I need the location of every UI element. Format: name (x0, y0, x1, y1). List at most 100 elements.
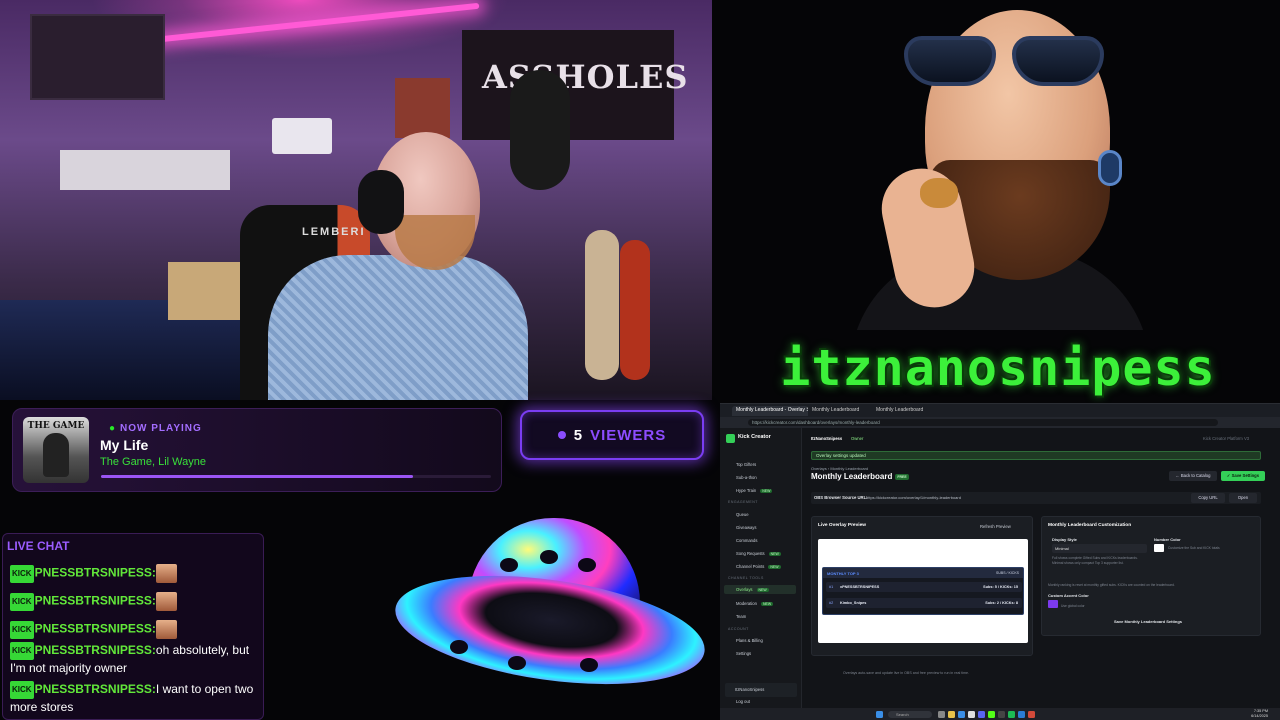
back-to-catalog-button[interactable]: ← Back to Catalog (1169, 471, 1217, 481)
sidebar-item-giveaways[interactable]: Giveaways (736, 525, 756, 530)
avatar-earbud (1098, 150, 1122, 186)
taskbar: Search 7:35 PM 6/14/2025 (720, 708, 1280, 720)
breadcrumb[interactable]: Overlays › Monthly Leaderboard (811, 466, 868, 471)
sidebar-item-channel-points[interactable]: Channel Points NEW (736, 564, 781, 569)
avatar-sunglasses (900, 30, 1115, 88)
free-badge: FREE (895, 473, 909, 480)
taskview-icon[interactable] (938, 711, 945, 718)
open-button[interactable]: Open (1229, 493, 1257, 503)
ufo-spot (580, 658, 598, 672)
leaderboard-subtitle: SUBS / KICKS (996, 570, 1019, 575)
chrome-icon[interactable] (968, 711, 975, 718)
chat-username: PNESSBTRSNIPESS: (34, 643, 156, 658)
track-progress-bar (101, 475, 491, 478)
sidebar-item-queue[interactable]: Queue (736, 512, 749, 517)
kick-badge-icon: KICK (10, 592, 34, 611)
number-color-picker[interactable] (1154, 544, 1164, 552)
sunglasses-lens (1012, 36, 1104, 86)
kick-icon[interactable] (988, 711, 995, 718)
chat-username: PNESSBTRSNIPESS: (34, 565, 156, 580)
page-title: Monthly Leaderboard FREE (811, 472, 909, 481)
number-color-label: Number Color (1154, 537, 1181, 542)
sidebar-item-top-gifters[interactable]: Top Gifters (736, 462, 756, 467)
channel-name-text: itznanosnipess (780, 339, 1216, 397)
sidebar-item-sub-a-thon[interactable]: Sub-a-thon (736, 475, 757, 480)
browser-tab[interactable]: Monthly Leaderboard - Overlay St... (732, 406, 808, 416)
system-clock[interactable]: 7:35 PM 6/14/2025 (1251, 709, 1268, 719)
stream-scene: ASSHOLES LEMBERI itznanosnipess THE GAME… (0, 0, 1280, 720)
sidebar-item-plans-billing[interactable]: Plans & Billing (736, 638, 763, 643)
customization-title: Monthly Leaderboard Customization (1048, 523, 1132, 528)
streamer-body (268, 255, 528, 400)
channel-name-logo: itznanosnipess (716, 332, 1280, 404)
chat-username: PNESSBTRSNIPESS: (34, 682, 156, 697)
leaderboard-card: MONTHLY TOP 3 SUBS / KICKS #1 xPNESSBTRSN… (822, 567, 1024, 615)
headphones (358, 170, 404, 234)
sidebar-item-commands[interactable]: Commands (736, 538, 757, 543)
copy-url-button[interactable]: Copy URL (1191, 493, 1225, 503)
save-settings-button[interactable]: ✓ Save Settings (1221, 471, 1265, 481)
sidebar-item-overlays[interactable]: Overlays NEW (724, 585, 796, 594)
display-style-select[interactable]: Minimal (1052, 544, 1147, 553)
customization-panel: Monthly Leaderboard Customization Displa… (1041, 516, 1261, 636)
album-art-figure (43, 433, 69, 477)
obs-icon[interactable] (998, 711, 1005, 718)
sidebar-username: ItzNanoSnipess (735, 687, 765, 692)
kick-badge-icon: KICK (10, 620, 34, 639)
sidebar-item-settings[interactable]: Settings (736, 651, 751, 656)
edge-icon[interactable] (958, 711, 965, 718)
chat-emote-icon (155, 564, 177, 583)
track-progress-fill (101, 475, 413, 478)
cartoon-avatar (830, 0, 1160, 330)
browser-toolbar: https://kickcreator.com/dashboard/overla… (720, 417, 1280, 428)
sidebar-item-song-requests[interactable]: Song Requests NEW (736, 551, 781, 556)
kick-badge-icon: KICK (10, 681, 34, 699)
spotify-icon[interactable] (1008, 711, 1015, 718)
start-icon[interactable] (876, 711, 883, 718)
sidebar-item-hype-train[interactable]: Hype Train NEW (736, 488, 773, 493)
platform-version: Kick Creator Platform V3 (1203, 436, 1250, 441)
number-color-hint: Customize the Sub and KICK totals (1168, 546, 1220, 550)
sidebar-group-label: CHANNEL TOOLS (728, 576, 764, 580)
discord-icon[interactable] (978, 711, 985, 718)
accent-color-picker[interactable] (1048, 600, 1058, 608)
album-art: THE GAME (23, 417, 89, 483)
music-note-icon: ● (109, 423, 117, 434)
chat-message: KICK PNESSBTRSNIPESS: (10, 592, 258, 611)
now-playing-label: ● NOW PLAYING (109, 423, 202, 434)
success-toast: Overlay settings updated (811, 451, 1261, 460)
guitar (620, 240, 650, 380)
obs-url-field[interactable]: https://kickcreator.com/overlay/1/monthl… (866, 495, 961, 500)
browser-tab[interactable]: Monthly Leaderboard (872, 406, 934, 416)
chat-username: PNESSBTRSNIPESS: (34, 593, 156, 608)
accent-color-hint[interactable]: Use global color (1061, 604, 1085, 609)
live-chat-header: LIVE CHAT (7, 539, 70, 553)
sidebar-group-label: ENGAGEMENT (728, 500, 758, 504)
autosave-note: Overlays auto-save and update live in OB… (843, 671, 970, 675)
ranking-info: Monthly ranking is reset at monthly gift… (1048, 583, 1175, 587)
vscode-icon[interactable] (1018, 711, 1025, 718)
logout-link[interactable]: Log out (736, 699, 750, 704)
album-art-text: THE GAME (27, 421, 85, 431)
chat-message: KICK PNESSBTRSNIPESS: (10, 620, 258, 639)
app-icon[interactable] (1028, 711, 1035, 718)
refresh-preview-button[interactable]: Refresh Preview (980, 524, 1011, 529)
sidebar-item-moderation[interactable]: Moderation NEW (736, 601, 774, 606)
display-style-label: Display Style (1052, 537, 1077, 542)
taskbar-search[interactable]: Search (888, 711, 932, 718)
dashboard-sidebar: Kick Creator Top Gifters Sub-a-thon Hype… (720, 428, 802, 708)
preview-panel: Live Overlay Preview Refresh Preview MON… (811, 516, 1033, 656)
sidebar-item-team[interactable]: Team (736, 614, 746, 619)
track-title: My Life (100, 437, 149, 453)
leaderboard-header: MONTHLY TOP 3 SUBS / KICKS (823, 568, 1023, 578)
save-leaderboard-settings-button[interactable]: Save Monthly Leaderboard Settings (1114, 619, 1182, 624)
kick-badge-icon: KICK (10, 564, 34, 583)
ufo-spot (508, 656, 526, 670)
folder-icon[interactable] (948, 711, 955, 718)
ufo-spot (450, 640, 468, 654)
address-bar[interactable]: https://kickcreator.com/dashboard/overla… (748, 419, 1218, 426)
sidebar-user[interactable]: ItzNanoSnipess (725, 683, 797, 697)
browser-tab[interactable]: Monthly Leaderboard (808, 406, 870, 416)
ufo-spot (578, 558, 596, 572)
sunglasses-lens (904, 36, 996, 86)
